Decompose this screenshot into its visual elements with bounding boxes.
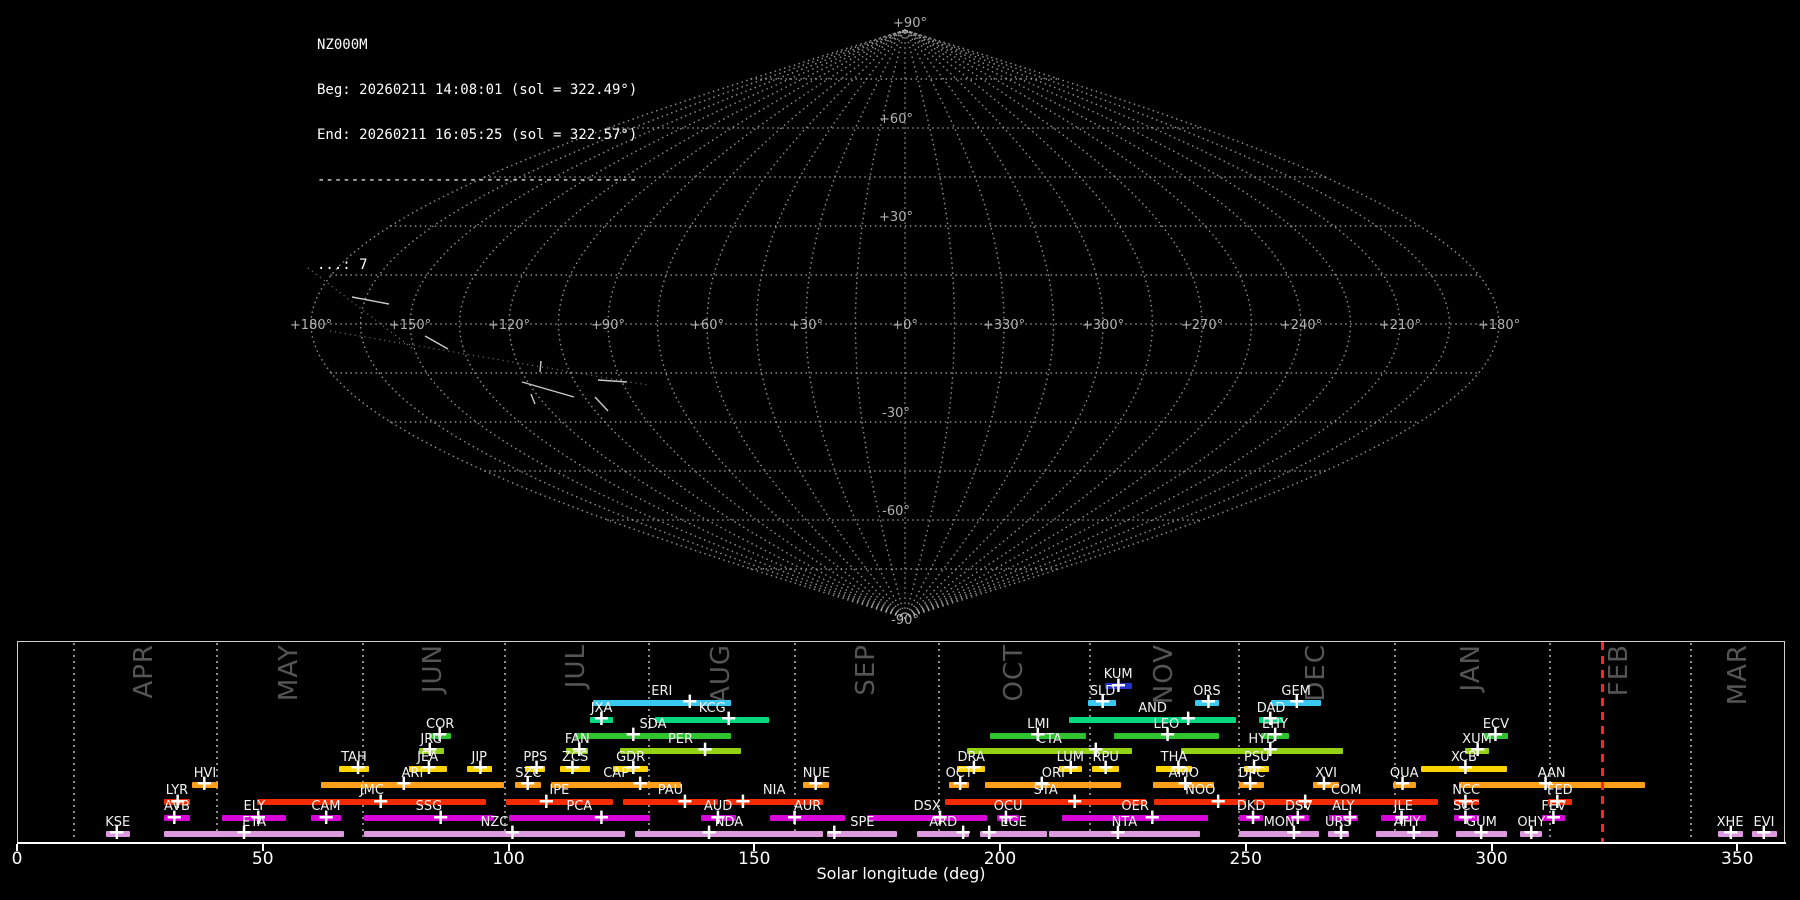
shower-peak-marker: +	[719, 706, 738, 730]
shower-label: CAP	[603, 765, 630, 781]
shower-peak-marker: +	[471, 755, 490, 779]
shower-peak-marker: +	[371, 788, 390, 813]
shower-peak-marker: +	[1285, 820, 1303, 844]
shower-peak-marker: +	[954, 820, 972, 844]
shower-peak-marker: +	[1209, 788, 1228, 813]
month-label: JAN	[1456, 644, 1487, 692]
shower-peak-marker: +	[951, 771, 969, 795]
shower-label: EGE	[1000, 814, 1027, 830]
shower-bar	[1154, 799, 1247, 805]
month-separator	[1689, 643, 1692, 841]
month-separator	[215, 643, 218, 841]
shower-peak-marker: +	[1288, 689, 1306, 713]
shower-peak-marker: +	[537, 788, 556, 813]
shower-bar	[1239, 830, 1319, 837]
shower-label: STA	[1033, 783, 1058, 798]
tick-label: 100	[492, 849, 525, 869]
shower-peak-marker: +	[700, 820, 718, 844]
shower-peak-marker: +	[1393, 771, 1412, 795]
shower-peak-marker: +	[592, 804, 611, 829]
shower-peak-marker: +	[785, 804, 804, 829]
month-separator	[647, 643, 650, 841]
month-label: FEB	[1604, 644, 1635, 697]
shower-peak-marker: +	[1754, 820, 1773, 844]
shower-label: COM	[1330, 783, 1362, 798]
activity-timeline: Solar longitude (deg) APR MAY JUN JUL AUG SEP…	[0, 0, 1800, 900]
shower-peak-marker: +	[235, 820, 253, 844]
tick-label: 250	[1229, 849, 1262, 869]
tick-label: 350	[1721, 849, 1754, 869]
shower-peak-marker: +	[592, 706, 611, 730]
shower-peak-marker: +	[1544, 804, 1563, 829]
shower-label: PER	[667, 731, 694, 747]
month-label: OCT	[998, 644, 1029, 702]
shower-peak-marker: +	[1109, 820, 1127, 844]
shower-peak-marker: +	[624, 722, 643, 746]
current-sol-line	[1601, 642, 1604, 842]
tick-label: 0	[11, 849, 23, 869]
shower-peak-marker: +	[431, 804, 450, 829]
month-label: NOV	[1148, 644, 1179, 705]
shower-label: PCA	[566, 799, 593, 814]
shower-peak-marker: +	[825, 820, 844, 844]
shower-peak-marker: +	[1456, 755, 1475, 779]
shower-peak-marker: +	[1472, 820, 1490, 844]
shower-peak-marker: +	[195, 771, 214, 795]
shower-bar	[654, 716, 770, 723]
shower-peak-marker: +	[107, 820, 126, 844]
shower-peak-marker: +	[317, 804, 335, 829]
shower-peak-marker: +	[1143, 804, 1162, 829]
shower-peak-marker: +	[1722, 820, 1740, 844]
shower-label: CTA	[1036, 731, 1062, 747]
month-label: AUG	[705, 644, 736, 704]
shower-peak-marker: +	[806, 771, 825, 795]
month-separator	[503, 643, 506, 841]
shower-bar	[635, 830, 823, 837]
shower-peak-marker: +	[696, 737, 714, 761]
shower-peak-marker: +	[503, 820, 522, 844]
shower-peak-marker: +	[1096, 755, 1115, 779]
shower-peak-marker: +	[1332, 820, 1350, 844]
shower-peak-marker: +	[681, 689, 699, 713]
month-separator	[361, 643, 364, 841]
shower-label: NIA	[762, 783, 786, 798]
tick-label: 200	[983, 849, 1017, 869]
month-label: MAR	[1722, 644, 1753, 706]
shower-label: AND	[1138, 700, 1167, 716]
shower-peak-marker: +	[165, 804, 184, 829]
tick-label: 300	[1475, 849, 1508, 869]
shower-peak-marker: +	[734, 788, 752, 813]
shower-peak-marker: +	[1179, 706, 1198, 730]
shower-peak-marker: +	[1199, 689, 1218, 713]
shower-peak-marker: +	[1241, 771, 1259, 795]
shower-label: ERI	[651, 683, 673, 699]
shower-label: SPE	[850, 814, 875, 830]
shower-peak-marker: +	[676, 788, 694, 813]
tick-label: 50	[251, 849, 274, 869]
shower-peak-marker: +	[631, 771, 650, 795]
month-label: JUN	[417, 644, 448, 694]
meteor-observation-screen: +180° +150° +120° +90° +60° +30° +0° +330° +300°…	[0, 0, 1800, 900]
shower-peak-marker: +	[1065, 788, 1084, 813]
month-separator	[72, 643, 75, 841]
shower-bar	[363, 830, 625, 837]
shower-peak-marker: +	[1093, 689, 1112, 713]
tick-label: 150	[738, 849, 771, 869]
month-label: MAY	[273, 644, 304, 702]
shower-peak-marker: +	[394, 771, 413, 795]
shower-peak-marker: +	[349, 755, 367, 779]
shower-peak-marker: +	[1158, 722, 1177, 746]
shower-bar	[508, 815, 651, 821]
month-label: JUL	[560, 644, 591, 689]
shower-peak-marker: +	[1522, 820, 1541, 844]
shower-peak-marker: +	[980, 820, 998, 844]
month-label: SEP	[851, 644, 882, 696]
shower-peak-marker: +	[563, 755, 582, 779]
shower-peak-marker: +	[1405, 820, 1423, 844]
shower-bar	[944, 799, 1147, 805]
month-label: APR	[129, 644, 160, 699]
shower-peak-marker: +	[1244, 804, 1262, 829]
